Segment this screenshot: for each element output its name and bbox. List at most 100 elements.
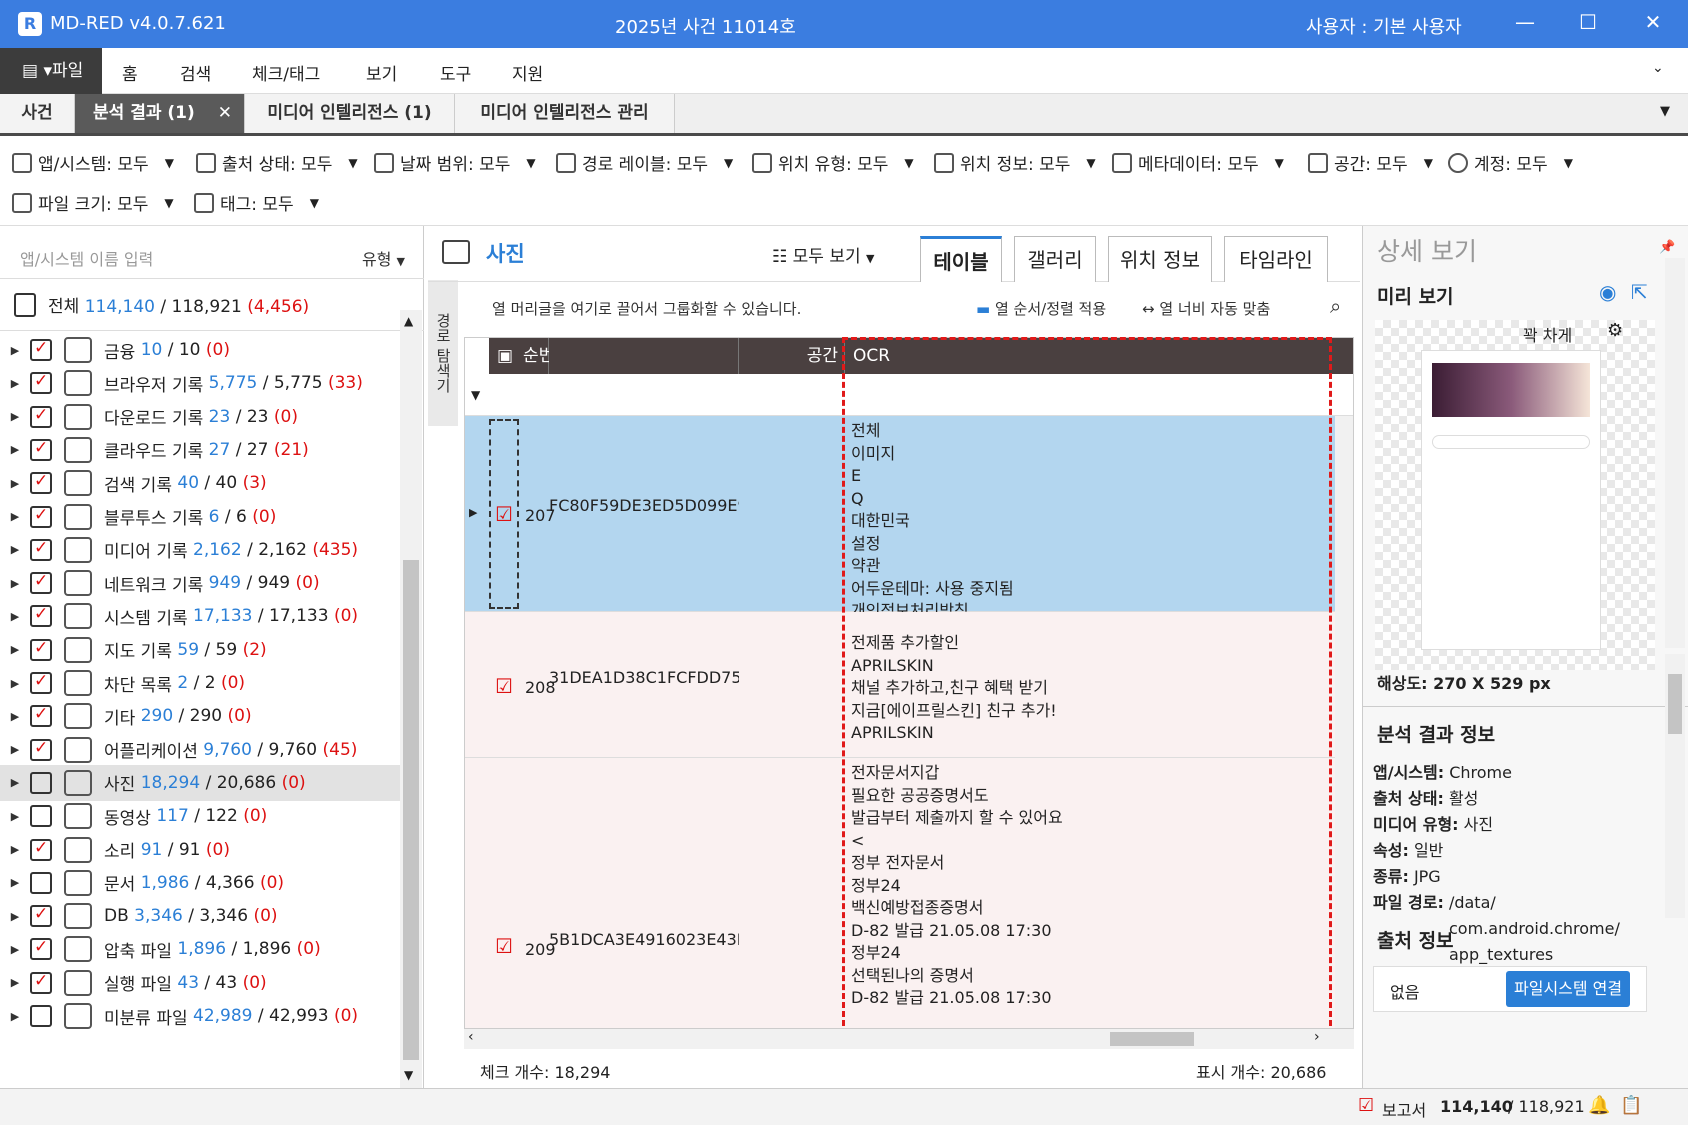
tab-gallery[interactable]: 갤러리 — [1014, 236, 1096, 282]
filter-path-label[interactable]: 경로 레이블: 모두 ▼ — [556, 150, 733, 175]
expand-arrow-icon[interactable]: ▶ — [0, 976, 30, 989]
expand-arrow-icon[interactable]: ▶ — [0, 810, 30, 823]
clipboard-icon[interactable] — [30, 871, 52, 894]
scroll-thumb[interactable] — [1110, 1032, 1194, 1046]
clipboard-icon[interactable] — [30, 771, 52, 794]
tab-media-intelligence-manage[interactable]: 미디어 인텔리전스 관리 — [455, 94, 675, 133]
menu-support[interactable]: 지원 — [512, 60, 543, 85]
category-item[interactable]: ▶ 동영상 117 / 122 (0) — [0, 798, 400, 834]
table-hscrollbar[interactable]: ‹ › — [464, 1029, 1354, 1049]
info-scrollbar[interactable] — [1665, 654, 1685, 918]
menu-view[interactable]: 보기 — [366, 60, 397, 85]
checked-box-icon[interactable] — [30, 371, 52, 395]
category-item[interactable]: ▶ 네트워크 기록 949 / 949 (0) — [0, 565, 400, 601]
checked-box-icon[interactable] — [30, 604, 52, 628]
close-tab-icon[interactable]: ✕ — [218, 94, 232, 133]
filter-location-type[interactable]: 위치 유형: 모두 ▼ — [752, 150, 914, 175]
category-item[interactable]: ▶ 블루투스 기록 6 / 6 (0) — [0, 499, 400, 535]
menu-home[interactable]: 홈 — [122, 60, 138, 85]
expand-arrow-icon[interactable]: ▶ — [0, 943, 30, 956]
minimize-icon[interactable]: — — [1510, 10, 1540, 34]
filter-app-system[interactable]: 앱/시스템: 모두 ▼ — [12, 150, 174, 175]
group-by-area[interactable]: 열 머리글을 여기로 끌어서 그룹화할 수 있습니다. ▬ 열 순서/정렬 적용… — [460, 282, 1360, 334]
close-icon[interactable]: ✕ — [1638, 10, 1668, 34]
maximize-icon[interactable]: ☐ — [1573, 10, 1603, 34]
export-icon[interactable]: ⇱ — [1631, 280, 1648, 304]
column-order-button[interactable]: ▬ 열 순서/정렬 적용 — [976, 298, 1106, 319]
checked-box-icon[interactable] — [30, 738, 52, 761]
expand-arrow-icon[interactable]: ▶ — [0, 510, 30, 523]
search-icon[interactable]: ⌕ — [1330, 294, 1341, 318]
filter-account[interactable]: 계정: 모두 ▼ — [1448, 150, 1573, 175]
category-item[interactable]: ▶ 어플리케이션 9,760 / 9,760 (45) — [0, 732, 400, 768]
category-item[interactable]: ▶ 검색 기록 40 / 40 (3) — [0, 465, 400, 501]
checked-clipboard-icon[interactable]: ☑ — [495, 416, 513, 611]
scroll-left-icon[interactable]: ‹ — [468, 1029, 474, 1045]
expand-arrow-icon[interactable]: ▶ — [0, 843, 30, 856]
checked-clipboard-icon[interactable]: ☑ — [495, 612, 513, 757]
menu-file[interactable]: ▤ ▾파일 — [0, 48, 102, 94]
table-row[interactable]: ☑ 209 5B1DCA3E4916023E43D 전자문서지갑 필요한 공공증명… — [465, 758, 1353, 1028]
filter-space[interactable]: 공간: 모두 ▼ — [1308, 150, 1433, 175]
filter-row[interactable]: ▼ — [465, 374, 1353, 416]
expand-arrow-icon[interactable]: ▶ — [0, 577, 30, 590]
clipboard-icon[interactable] — [30, 805, 52, 828]
filter-icon[interactable]: ▼ — [471, 388, 480, 402]
checked-box-icon[interactable] — [30, 638, 52, 661]
checked-box-icon[interactable] — [30, 405, 52, 428]
clipboard-icon[interactable]: 📋 — [1620, 1095, 1642, 1116]
tab-timeline[interactable]: 타임라인 — [1224, 236, 1328, 282]
expand-arrow-icon[interactable]: ▶ — [0, 643, 30, 656]
checked-box-icon[interactable] — [30, 571, 52, 595]
image-preview[interactable]: 꽉 차게 ⚙ — [1375, 320, 1655, 670]
category-scrollbar[interactable]: ▲ ▼ — [400, 310, 422, 1088]
expand-arrow-icon[interactable]: ▶ — [0, 710, 30, 723]
category-item[interactable]: ▶ 시스템 기록 17,133 / 17,133 (0) — [0, 598, 400, 634]
expand-arrow-icon[interactable]: ▶ — [0, 410, 30, 423]
report-icon[interactable]: ☑ — [1358, 1095, 1374, 1116]
category-item[interactable]: ▶ 지도 기록 59 / 59 (2) — [0, 632, 400, 668]
tab-location[interactable]: 위치 정보 — [1108, 236, 1212, 282]
filesystem-link-button[interactable]: 파일시스템 연결 — [1506, 971, 1631, 1007]
preview-scrollbar[interactable] — [1665, 258, 1685, 648]
checked-box-icon[interactable] — [30, 505, 52, 528]
menu-search[interactable]: 검색 — [180, 60, 211, 85]
category-item[interactable]: ▶ 차단 목록 2 / 2 (0) — [0, 665, 400, 701]
tab-list-dropdown-icon[interactable]: ▼ — [1660, 104, 1670, 119]
menu-check-tag[interactable]: 체크/태그 — [252, 60, 320, 85]
category-item[interactable]: ▶ 미디어 기록 2,162 / 2,162 (435) — [0, 532, 400, 568]
expand-arrow-icon[interactable]: ▶ — [0, 543, 30, 556]
app-search-input[interactable]: 앱/시스템 이름 입력 — [20, 246, 153, 270]
fit-label[interactable]: 꽉 차게 — [1523, 322, 1572, 346]
category-item[interactable]: ▶ 압축 파일 1,896 / 1,896 (0) — [0, 931, 400, 967]
expand-arrow-icon[interactable]: ▶ — [0, 377, 30, 390]
chevron-down-icon[interactable]: ⌄ — [1652, 60, 1664, 76]
filter-tag[interactable]: 태그: 모두 ▼ — [194, 190, 319, 215]
scroll-right-icon[interactable]: › — [1314, 1029, 1320, 1045]
category-item[interactable]: ▶ 사진 18,294 / 20,686 (0) — [0, 764, 400, 801]
expand-arrow-icon[interactable]: ▶ — [0, 610, 30, 623]
column-autofit-button[interactable]: ↔ 열 너비 자동 맞춤 — [1142, 298, 1270, 319]
checked-box-icon[interactable] — [30, 338, 52, 361]
expand-arrow-icon[interactable]: ▶ — [0, 443, 30, 456]
checked-box-icon[interactable] — [30, 971, 52, 994]
bell-icon[interactable]: 🔔 — [1588, 1095, 1610, 1116]
category-item[interactable]: ▶ 클라우드 기록 27 / 27 (21) — [0, 432, 400, 468]
expand-arrow-icon[interactable]: ▶ — [0, 344, 30, 357]
expand-arrow-icon[interactable]: ▶ — [0, 677, 30, 690]
filter-file-size[interactable]: 파일 크기: 모두 ▼ — [12, 190, 174, 215]
category-item[interactable]: ▶ 기타 290 / 290 (0) — [0, 698, 400, 734]
eye-icon[interactable]: ◉ — [1599, 280, 1616, 304]
scroll-thumb[interactable] — [403, 560, 419, 1060]
view-all-dropdown[interactable]: ☷ 모두 보기 ▼ — [772, 242, 875, 267]
category-item[interactable]: ▶ 금융 10 / 10 (0) — [0, 332, 400, 368]
category-item[interactable]: ▶ 다운로드 기록 23 / 23 (0) — [0, 399, 400, 435]
tab-case[interactable]: 사건 — [0, 94, 75, 133]
checked-box-icon[interactable] — [30, 538, 52, 561]
table-row[interactable]: ☑ 208 31DEA1D38C1FCFDD757 전제품 추가할인 APRILS… — [465, 612, 1353, 758]
expand-arrow-icon[interactable]: ▶ — [0, 776, 30, 789]
filter-date-range[interactable]: 날짜 범위: 모두 ▼ — [374, 150, 536, 175]
checked-box-icon[interactable] — [30, 904, 52, 928]
tab-media-intelligence[interactable]: 미디어 인텔리전스 (1) — [245, 94, 455, 133]
filter-location-info[interactable]: 위치 정보: 모두 ▼ — [934, 150, 1096, 175]
